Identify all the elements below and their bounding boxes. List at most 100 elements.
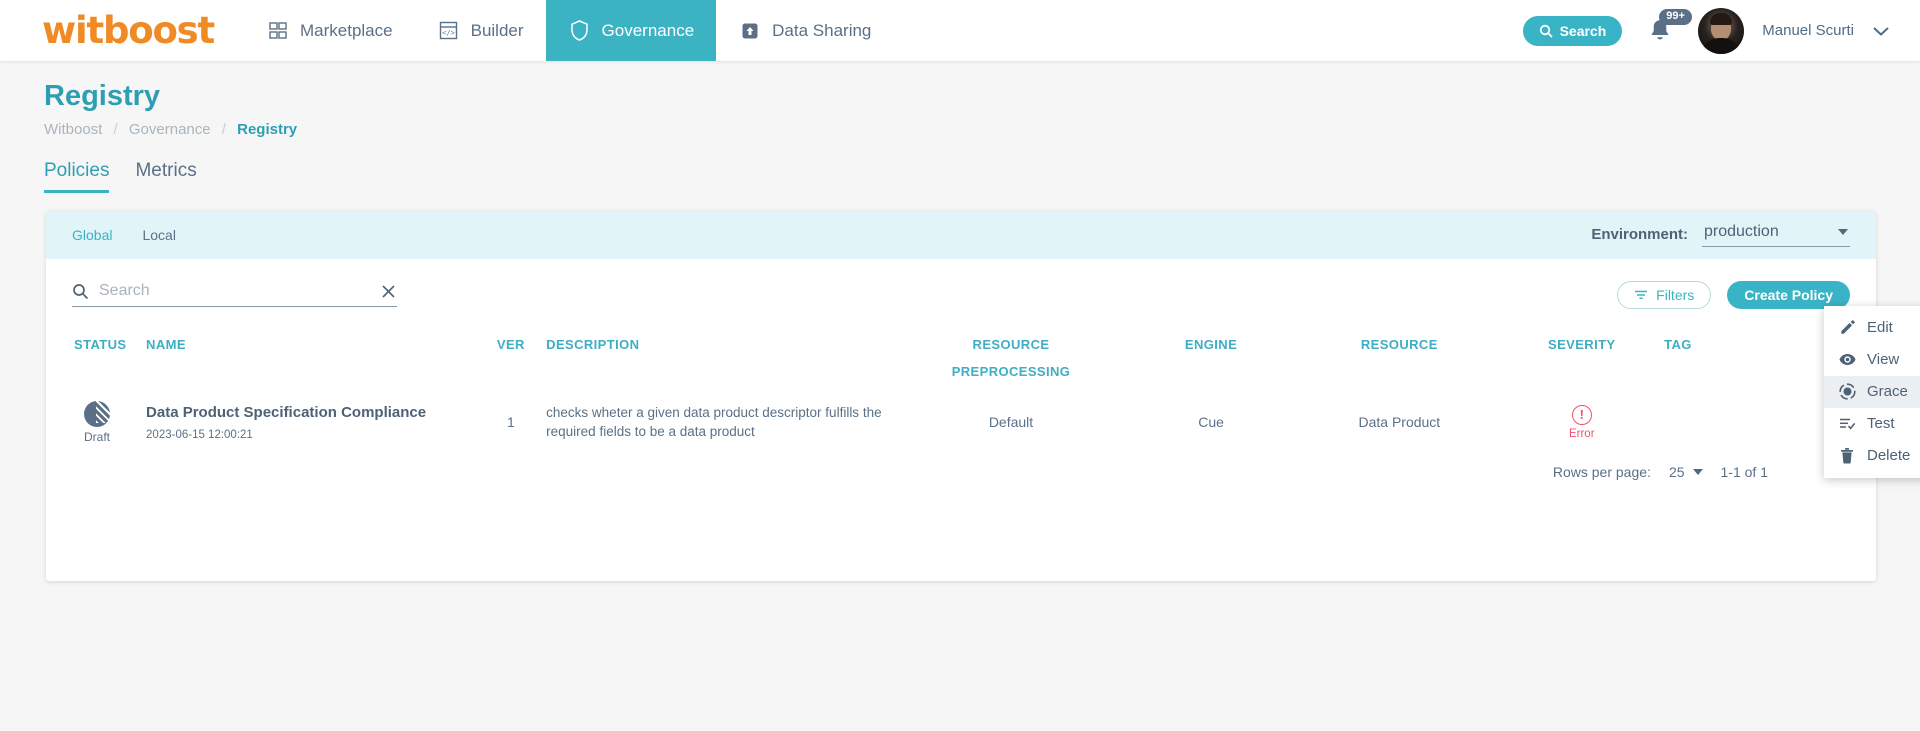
column-header-resource-preprocessing[interactable]: RESOURCE PREPROCESSING [899,329,1123,387]
status-label: Draft [84,430,110,444]
nav-label-marketplace: Marketplace [300,21,393,41]
avatar[interactable] [1698,8,1744,54]
top-navigation-bar: witboost Marketplace </> Builder [0,0,1920,61]
tab-metrics[interactable]: Metrics [135,160,196,193]
row-context-menu: Edit View Grace [1824,306,1920,478]
rows-per-page-label: Rows per page: [1553,464,1651,480]
table-body: Draft Data Product Specification Complia… [46,387,1876,458]
table-row[interactable]: Draft Data Product Specification Complia… [46,387,1876,458]
table-header-row: STATUS NAME VER DESCRIPTION RESOURCE PRE… [46,329,1876,387]
policy-date: 2023-06-15 12:00:21 [146,429,476,441]
filters-button[interactable]: Filters [1617,281,1711,309]
error-icon: ! [1572,405,1592,425]
test-list-icon [1838,415,1856,433]
breadcrumb-governance[interactable]: Governance [129,121,211,138]
page-tabs: Policies Metrics [44,160,1920,193]
search-icon [72,283,89,300]
policies-card: Global Local Environment: production [46,211,1876,581]
nav-label-data-sharing: Data Sharing [772,21,871,41]
main-nav-items: Marketplace </> Builder Governance [244,0,893,61]
draft-status-icon [84,401,110,427]
environment-select[interactable]: production [1702,222,1850,247]
cell-severity: ! Error [1499,387,1664,458]
cell-name: Data Product Specification Compliance 20… [146,387,476,458]
cell-description: checks wheter a given data product descr… [546,387,899,458]
chevron-down-icon [1693,469,1703,475]
nav-item-marketplace[interactable]: Marketplace [244,0,415,61]
avatar-body [1701,38,1741,54]
nav-item-data-sharing[interactable]: Data Sharing [716,0,893,61]
create-policy-button[interactable]: Create Policy [1727,281,1850,309]
pencil-icon [1838,319,1856,337]
breadcrumb-separator-1: / [114,121,118,138]
grid-icon [266,19,290,43]
search-input[interactable] [99,282,370,300]
rows-per-page-value: 25 [1669,464,1685,480]
chevron-down-icon [1838,229,1848,235]
svg-text:</>: </> [442,29,455,37]
context-menu-item-grace[interactable]: Grace [1824,376,1920,408]
notifications-button[interactable]: 99+ [1640,11,1680,51]
page-title: Registry [44,79,1920,114]
status-badge: Draft [74,401,120,444]
severity-badge: ! Error [1499,405,1664,440]
column-header-status[interactable]: STATUS [46,329,146,387]
column-header-engine[interactable]: ENGINE [1123,329,1300,387]
avatar-hair [1710,13,1732,25]
grace-clock-icon [1838,383,1856,401]
user-name-label[interactable]: Manuel Scurti [1762,22,1854,39]
nav-item-builder[interactable]: </> Builder [415,0,546,61]
policies-table: STATUS NAME VER DESCRIPTION RESOURCE PRE… [46,329,1876,458]
chevron-down-icon[interactable] [1872,25,1890,37]
notifications-badge: 99+ [1659,9,1692,25]
policy-description: checks wheter a given data product descr… [546,403,899,442]
search-field[interactable] [72,282,397,307]
cell-status: Draft [46,387,146,458]
column-header-ver[interactable]: VER [476,329,547,387]
top-right-actions: Search 99+ Manuel Scurti [1523,0,1920,61]
search-icon [1539,24,1553,38]
context-menu-label-edit: Edit [1867,319,1893,336]
scope-tab-global[interactable]: Global [72,227,112,243]
tab-policies[interactable]: Policies [44,160,109,193]
clear-search-icon[interactable] [380,283,397,300]
breadcrumb-current[interactable]: Registry [237,121,297,138]
column-header-severity[interactable]: SEVERITY [1499,329,1664,387]
code-window-icon: </> [437,19,461,43]
context-menu-item-edit[interactable]: Edit [1824,312,1920,344]
filter-icon [1634,289,1648,301]
cell-engine: Cue [1123,387,1300,458]
shield-icon [568,19,592,43]
policy-name[interactable]: Data Product Specification Compliance [146,403,476,423]
context-menu-item-delete[interactable]: Delete [1824,440,1920,472]
pagination: Rows per page: 25 1-1 of 1 [46,458,1876,480]
context-menu-item-test[interactable]: Test [1824,408,1920,440]
toolbar-actions: Filters Create Policy [1617,281,1850,309]
filters-label: Filters [1656,287,1694,303]
breadcrumb-root[interactable]: Witboost [44,121,102,138]
environment-label: Environment: [1591,226,1688,243]
nav-label-governance: Governance [602,21,695,41]
context-menu-item-view[interactable]: View [1824,344,1920,376]
trash-icon [1838,447,1856,465]
global-search-button[interactable]: Search [1523,16,1623,46]
page-header: Registry Witboost / Governance / Registr… [0,61,1920,138]
column-header-resource-preprocessing-line1: RESOURCE [899,337,1123,352]
scope-tab-local[interactable]: Local [142,227,175,243]
nav-item-governance[interactable]: Governance [546,0,717,61]
nav-label-builder: Builder [471,21,524,41]
column-header-name[interactable]: NAME [146,329,476,387]
scope-tab-bar: Global Local Environment: production [46,211,1876,259]
context-menu-label-delete: Delete [1867,447,1910,464]
pagination-range: 1-1 of 1 [1721,464,1768,480]
context-menu-label-grace: Grace [1867,383,1908,400]
rows-per-page-select[interactable]: 25 [1669,464,1703,480]
context-menu-label-test: Test [1867,415,1895,432]
witboost-logo[interactable]: witboost [0,0,244,61]
table-head: STATUS NAME VER DESCRIPTION RESOURCE PRE… [46,329,1876,387]
environment-selector-group: Environment: production [1591,222,1876,247]
column-header-description[interactable]: DESCRIPTION [546,329,899,387]
table-toolbar: Filters Create Policy [46,259,1876,309]
column-header-resource-preprocessing-line2: PREPROCESSING [899,364,1123,379]
column-header-resource[interactable]: RESOURCE [1299,329,1499,387]
